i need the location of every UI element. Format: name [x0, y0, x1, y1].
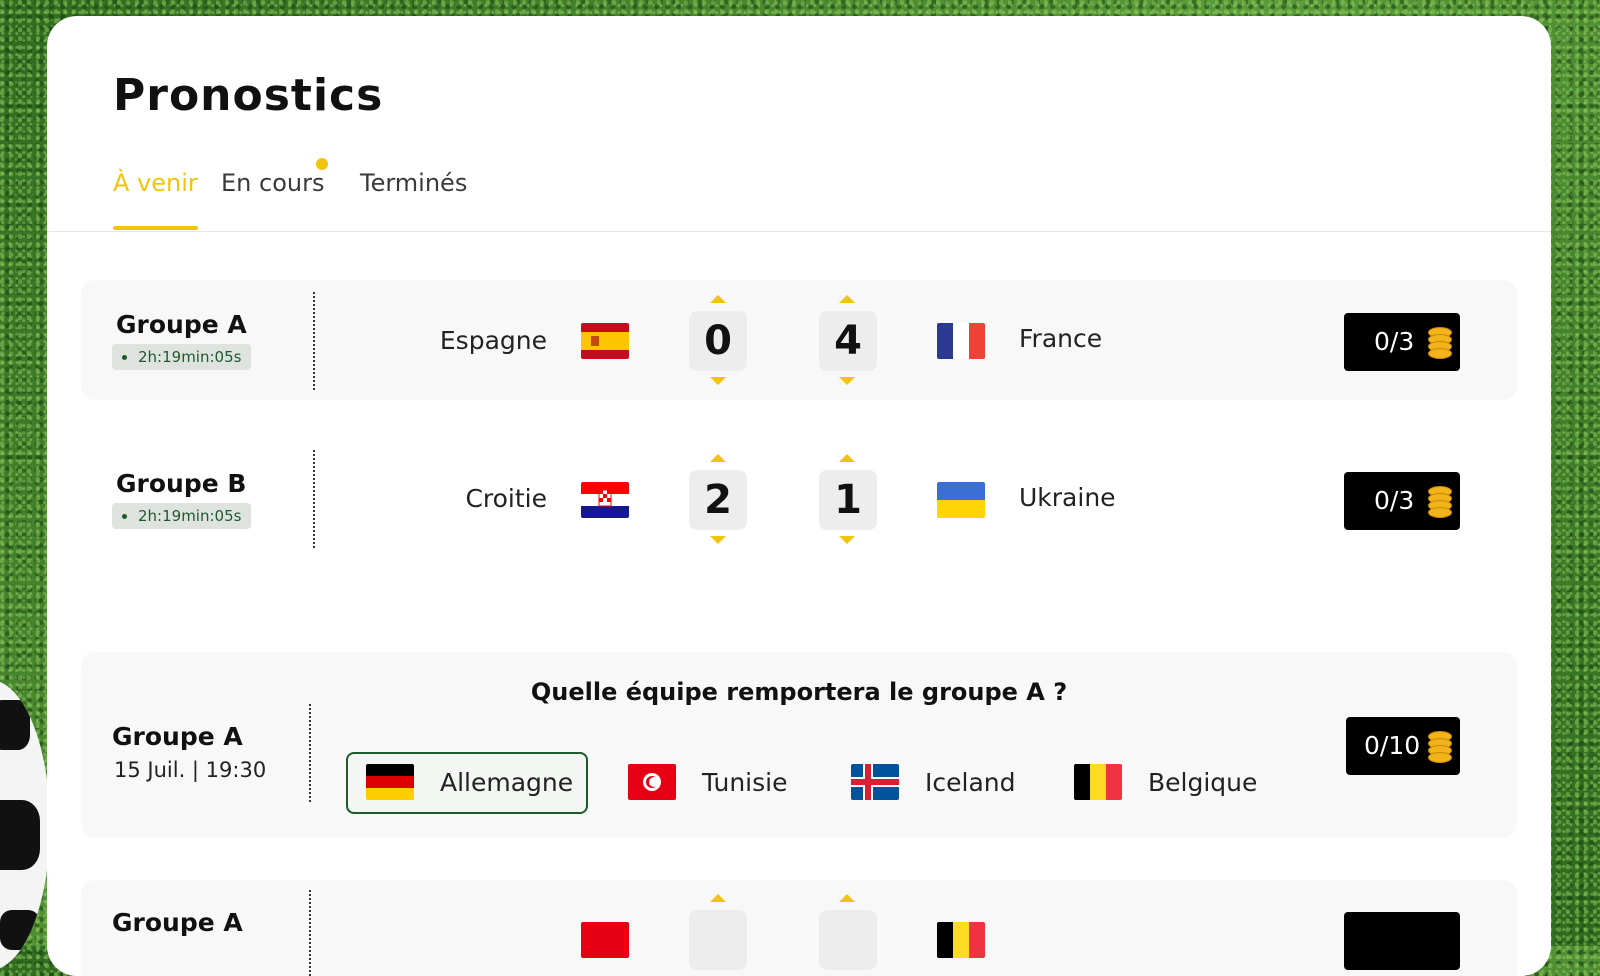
- option-label: Allemagne: [440, 768, 574, 797]
- option-belgique[interactable]: Belgique: [1056, 754, 1276, 812]
- countdown-badge: 2h:19min:05s: [112, 344, 252, 370]
- points-badge[interactable]: 0/10: [1346, 717, 1460, 775]
- points-value: 0/3: [1374, 327, 1415, 356]
- option-allemagne[interactable]: Allemagne: [346, 752, 588, 814]
- home-score-value: [689, 910, 747, 970]
- row-divider: [313, 450, 315, 548]
- points-value: 0/3: [1374, 486, 1415, 515]
- away-score-value: 4: [819, 311, 877, 371]
- tab-en-cours[interactable]: En cours: [221, 168, 324, 230]
- tab-label: À venir: [113, 169, 198, 197]
- notification-dot: [316, 158, 328, 170]
- option-iceland[interactable]: Iceland: [833, 754, 1033, 812]
- group-winner-row: Groupe A 15 Juil. | 19:30 Quelle équipe …: [81, 652, 1517, 838]
- group-name: Groupe A: [112, 908, 243, 937]
- france-flag-icon: [937, 323, 985, 359]
- away-score-increment[interactable]: [839, 295, 855, 303]
- home-score-decrement[interactable]: [710, 377, 726, 385]
- tab-termines[interactable]: Terminés: [360, 168, 467, 230]
- germany-flag-icon: [366, 764, 414, 800]
- page-title: Pronostics: [113, 70, 384, 121]
- away-team-name: France: [1019, 324, 1103, 353]
- match-row: Groupe A 2h:19min:05s Espagne 0 4 France…: [81, 280, 1517, 400]
- away-score-value: [819, 910, 877, 970]
- points-badge[interactable]: 0/3: [1344, 472, 1460, 530]
- row-divider: [309, 890, 311, 976]
- home-team-name: Espagne: [439, 326, 547, 355]
- tab-label: Terminés: [360, 169, 468, 197]
- row-divider: [313, 292, 315, 390]
- tab-a-venir[interactable]: À venir: [113, 168, 198, 230]
- away-score-increment[interactable]: [839, 894, 855, 902]
- pronostics-card: Pronostics À venir En cours Terminés Gro…: [47, 16, 1551, 976]
- coins-icon: [1428, 731, 1452, 763]
- points-badge[interactable]: 0/3: [1344, 313, 1460, 371]
- group-name: Groupe B: [116, 469, 247, 498]
- home-team-name: Croitie: [465, 484, 547, 513]
- row-divider: [309, 704, 311, 802]
- home-score-decrement[interactable]: [710, 536, 726, 544]
- belgium-flag-icon: [1074, 764, 1122, 800]
- option-label: Iceland: [925, 768, 1016, 797]
- tab-label: En cours: [221, 169, 325, 197]
- group-name: Groupe A: [116, 310, 247, 339]
- countdown-badge: 2h:19min:05s: [112, 503, 252, 529]
- tunisia-flag-icon: [628, 764, 676, 800]
- match-row-partial: Groupe A: [81, 880, 1517, 976]
- coins-icon: [1428, 327, 1452, 359]
- match-date: 15 Juil. | 19:30: [114, 758, 267, 782]
- points-value: 0/10: [1364, 731, 1421, 760]
- home-score-increment[interactable]: [710, 894, 726, 902]
- flag-icon: [581, 922, 629, 958]
- group-winner-question: Quelle équipe remportera le groupe A ?: [530, 678, 1068, 706]
- match-row: Groupe B 2h:19min:05s Croitie 2 1 Ukrain…: [81, 440, 1517, 560]
- home-score-increment[interactable]: [710, 454, 726, 462]
- tabs-divider: [47, 231, 1551, 232]
- croatia-flag-icon: [581, 482, 629, 518]
- spain-flag-icon: [581, 323, 629, 359]
- home-score-value: 2: [689, 470, 747, 530]
- belgium-flag-icon: [937, 922, 985, 958]
- soccer-ball-decoration: [0, 680, 50, 970]
- iceland-flag-icon: [851, 764, 899, 800]
- option-tunisie[interactable]: Tunisie: [610, 754, 810, 812]
- ukraine-flag-icon: [937, 482, 985, 518]
- points-badge[interactable]: [1344, 912, 1460, 970]
- away-team-name: Ukraine: [1019, 483, 1116, 512]
- away-score-decrement[interactable]: [839, 377, 855, 385]
- away-score-increment[interactable]: [839, 454, 855, 462]
- option-label: Tunisie: [702, 768, 788, 797]
- away-score-value: 1: [819, 470, 877, 530]
- home-score-value: 0: [689, 311, 747, 371]
- coins-icon: [1428, 486, 1452, 518]
- group-name: Groupe A: [112, 722, 243, 751]
- away-score-decrement[interactable]: [839, 536, 855, 544]
- option-label: Belgique: [1148, 768, 1258, 797]
- home-score-increment[interactable]: [710, 295, 726, 303]
